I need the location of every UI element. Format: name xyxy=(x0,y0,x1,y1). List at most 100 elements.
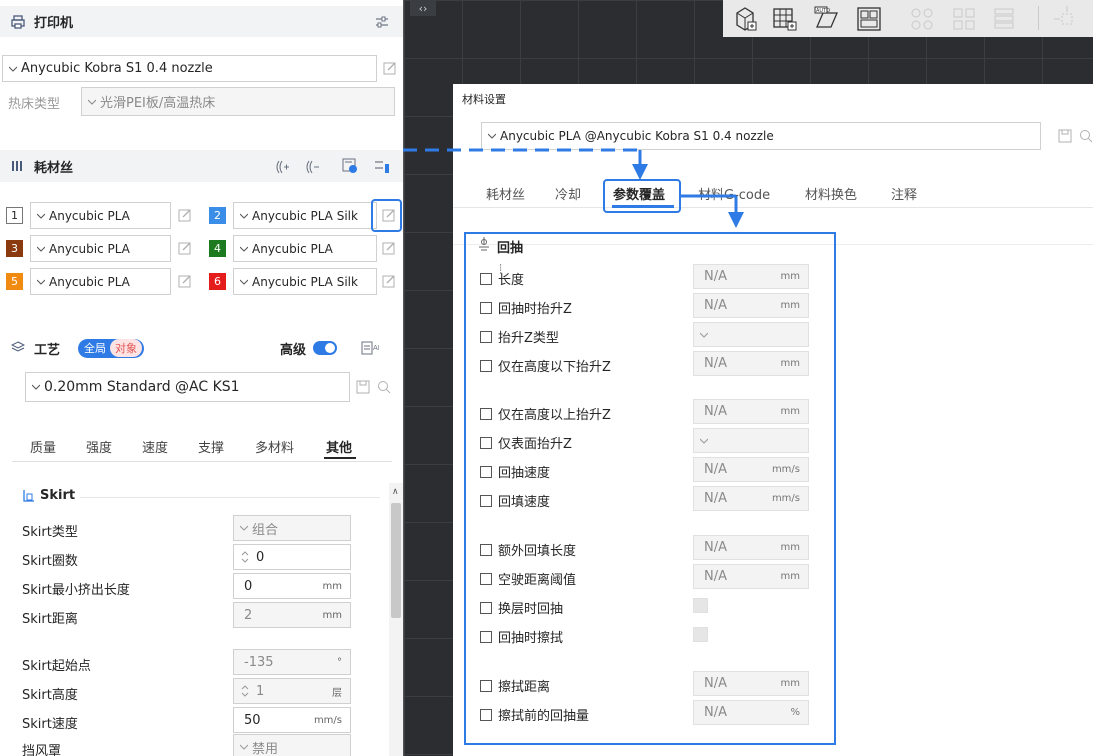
stepper-icon[interactable] xyxy=(240,684,250,698)
override-checkbox[interactable] xyxy=(480,465,492,478)
edit-printer-icon[interactable] xyxy=(383,61,397,75)
override-label: 空驶距离阈值 xyxy=(498,573,577,588)
process-compare-icon[interactable]: AB xyxy=(361,339,379,357)
override-checkbox[interactable] xyxy=(480,272,492,285)
chevron-down-icon xyxy=(240,246,248,252)
chevron-down-icon xyxy=(9,66,17,72)
printer-preset-select[interactable]: Anycubic Kobra S1 0.4 nozzle xyxy=(2,55,377,82)
override-label: 仅表面抬升Z xyxy=(498,437,572,452)
filament-slot-4-select[interactable]: Anycubic PLA xyxy=(233,235,377,262)
skirt-row-field[interactable]: 0 mm xyxy=(233,573,351,599)
override-field: N/A mm xyxy=(693,671,809,696)
add-filament-icon[interactable] xyxy=(273,158,291,176)
tab-material-change[interactable]: 材料换色 xyxy=(805,184,857,203)
scrollbar-thumb[interactable] xyxy=(391,503,401,618)
override-label: 抬升Z类型 xyxy=(498,331,559,346)
global-object-toggle[interactable]: 全局 对象 xyxy=(78,338,145,358)
override-checkbox[interactable] xyxy=(480,679,492,692)
override-checkbox[interactable] xyxy=(480,436,492,449)
process-preset-select[interactable]: 0.20mm Standard @AC KS1 xyxy=(25,372,350,402)
material-preset-select[interactable]: Anycubic PLA @Anycubic Kobra S1 0.4 nozz… xyxy=(481,122,1041,150)
override-checkbox[interactable] xyxy=(480,543,492,556)
override-checkbox[interactable] xyxy=(480,330,492,343)
override-unit: mm/s xyxy=(771,464,800,475)
arrange-icon[interactable] xyxy=(853,3,885,35)
advanced-toggle[interactable] xyxy=(313,341,337,355)
override-checkbox[interactable] xyxy=(480,359,492,372)
add-cube-icon[interactable] xyxy=(729,3,761,35)
override-checkbox[interactable] xyxy=(480,407,492,420)
remove-filament-icon[interactable] xyxy=(303,158,321,176)
tab-quality[interactable]: 质量 xyxy=(30,437,56,456)
tab-speed[interactable]: 速度 xyxy=(142,437,168,456)
tab-strength[interactable]: 强度 xyxy=(86,437,112,456)
skirt-row-unit: mm/s xyxy=(313,714,342,726)
filament-slot-5-select[interactable]: Anycubic PLA xyxy=(30,268,171,295)
override-value: N/A xyxy=(704,676,727,691)
auto-orient-icon[interactable]: AUTO xyxy=(811,3,843,35)
chevron-down-icon xyxy=(88,99,96,105)
chevron-down-icon xyxy=(488,133,496,139)
skirt-row-label: Skirt速度 xyxy=(22,717,78,732)
filament-slot-4-name: Anycubic PLA xyxy=(252,241,333,256)
edit-filament-3-icon[interactable] xyxy=(178,241,192,255)
tab-support[interactable]: 支撑 xyxy=(198,437,224,456)
filament-slot-3-select[interactable]: Anycubic PLA xyxy=(30,235,171,262)
filament-slot-1-select[interactable]: Anycubic PLA xyxy=(30,202,171,229)
tab-cooling[interactable]: 冷却 xyxy=(555,184,581,203)
edit-filament-5-icon[interactable] xyxy=(178,274,192,288)
edit-filament-4-icon[interactable] xyxy=(382,241,396,255)
tab-notes[interactable]: 注释 xyxy=(891,184,917,203)
slot-number-5: 5 xyxy=(6,273,23,290)
override-checkbox[interactable] xyxy=(480,708,492,721)
panel-divider[interactable] xyxy=(403,0,404,756)
save-process-icon[interactable] xyxy=(356,380,370,394)
skirt-row-value: 1 xyxy=(256,683,265,699)
advanced-label: 高级 xyxy=(280,343,307,358)
skirt-row-label: Skirt最小挤出长度 xyxy=(22,583,130,598)
override-label: 长度 xyxy=(498,273,525,288)
override-label: 擦拭距离 xyxy=(498,680,551,695)
override-row: 回抽时抬升Z xyxy=(480,298,572,317)
save-material-icon[interactable] xyxy=(1058,129,1072,143)
tab-others[interactable]: 其他 xyxy=(326,437,352,456)
chevron-down-icon xyxy=(240,213,248,219)
printer-settings-icon[interactable] xyxy=(373,13,391,31)
filament-slot-6-select[interactable]: Anycubic PLA Silk xyxy=(233,268,377,295)
skirt-row-label: Skirt距离 xyxy=(22,612,78,627)
bed-type-select[interactable]: 光滑PEI板/高温热床 xyxy=(81,87,395,116)
override-checkbox[interactable] xyxy=(480,601,492,614)
search-material-icon[interactable] xyxy=(1079,129,1093,143)
override-checkbox[interactable] xyxy=(480,301,492,314)
override-checkbox[interactable] xyxy=(480,630,492,643)
edit-filament-6-icon[interactable] xyxy=(382,274,396,288)
tab-material-gcode[interactable]: 材料G-code xyxy=(698,184,770,203)
collapse-sidebar-icon[interactable]: ‹› xyxy=(410,0,436,16)
filament-settings-icon[interactable] xyxy=(373,157,391,175)
settings-scrollbar[interactable]: ∧ xyxy=(389,483,403,756)
tab-multimaterial[interactable]: 多材料 xyxy=(255,437,294,456)
override-row: 额外回填长度 xyxy=(480,540,576,559)
skirt-row-unit: mm xyxy=(322,580,342,592)
sync-filament-icon[interactable] xyxy=(341,157,359,175)
override-label: 仅在高度以上抬升Z xyxy=(498,408,611,423)
skirt-icon xyxy=(20,488,36,504)
move-icon xyxy=(1051,3,1083,35)
stepper-icon[interactable] xyxy=(240,550,250,564)
scroll-up-icon[interactable]: ∧ xyxy=(392,487,399,497)
skirt-row-field: 2 mm xyxy=(233,602,351,628)
split-objects-icon xyxy=(906,3,938,35)
override-value-checkbox xyxy=(693,627,708,642)
edit-filament-1-icon[interactable] xyxy=(178,208,192,222)
override-field: N/A% xyxy=(693,700,809,725)
add-plate-icon[interactable] xyxy=(769,3,801,35)
search-process-icon[interactable] xyxy=(377,380,391,394)
skirt-row-field[interactable]: 0 xyxy=(233,544,351,570)
skirt-row-value: 0 xyxy=(244,578,253,594)
filament-slot-2-select[interactable]: Anycubic PLA Silk xyxy=(233,202,377,229)
override-checkbox[interactable] xyxy=(480,572,492,585)
override-label: 回抽时擦拭 xyxy=(498,631,564,646)
tab-filament[interactable]: 耗材丝 xyxy=(486,184,525,203)
skirt-row-field[interactable]: 50 mm/s xyxy=(233,707,351,733)
override-checkbox[interactable] xyxy=(480,494,492,507)
